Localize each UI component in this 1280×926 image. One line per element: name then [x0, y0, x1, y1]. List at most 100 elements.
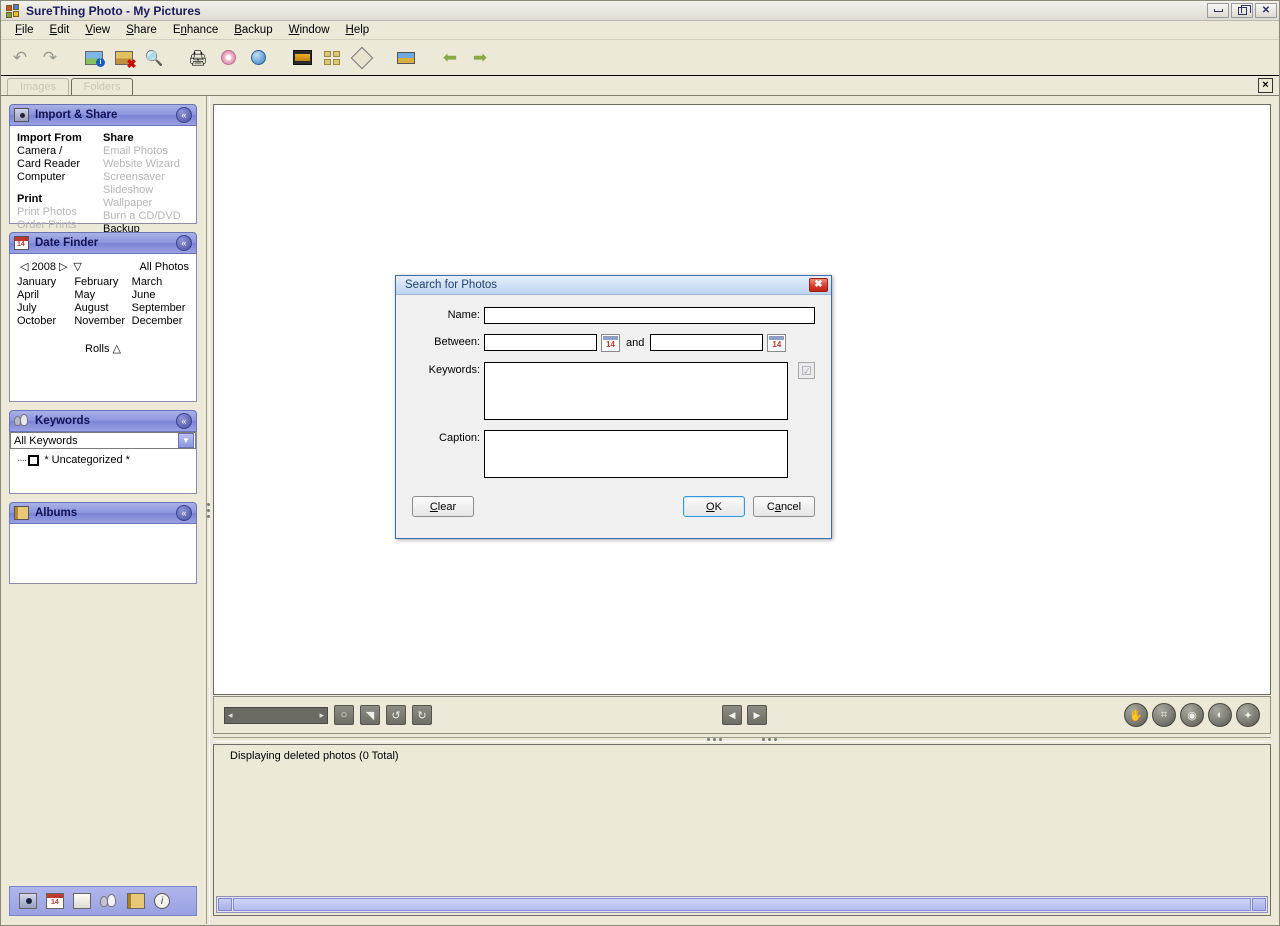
web-wizard-icon[interactable] — [243, 43, 273, 73]
slideshow-icon[interactable] — [287, 43, 317, 73]
search-photos-icon[interactable]: 🔍 — [139, 43, 169, 73]
checkbox-check-icon[interactable]: ☑ — [798, 362, 815, 379]
previous-photo-button[interactable]: ◀ — [722, 705, 742, 725]
scroll-left-button[interactable] — [218, 898, 232, 911]
zoom-slider[interactable]: ◂ ▸ — [224, 706, 328, 724]
crop-tool-icon[interactable]: ⌗ — [1152, 703, 1176, 727]
sidebar-splitter[interactable] — [203, 96, 213, 924]
forward-arrow-icon[interactable]: ➡ — [465, 43, 495, 73]
month-april[interactable]: April — [17, 289, 74, 302]
scroll-right-button[interactable] — [1252, 898, 1266, 911]
menu-backup[interactable]: Backup — [226, 22, 280, 38]
calendar-picker-icon-from[interactable] — [601, 334, 620, 352]
panel-import-share-header[interactable]: Import & Share « — [9, 104, 197, 126]
close-button[interactable]: ✕ — [1255, 3, 1277, 18]
share-item-burn-cd-dvd[interactable]: Burn a CD/DVD — [103, 210, 189, 223]
month-january[interactable]: January — [17, 276, 74, 289]
month-march[interactable]: March — [132, 276, 189, 289]
menu-enhance[interactable]: Enhance — [165, 22, 226, 38]
restore-button[interactable] — [1231, 3, 1253, 18]
month-september[interactable]: September — [132, 302, 189, 315]
magic-fix-icon[interactable]: ✦ — [1236, 703, 1260, 727]
share-item-slideshow[interactable]: Slideshow — [103, 184, 189, 197]
keyword-checkbox[interactable] — [28, 454, 40, 466]
share-item-email-photos[interactable]: Email Photos — [103, 145, 189, 158]
delete-photo-icon[interactable]: ✖ — [109, 43, 139, 73]
month-february[interactable]: February — [74, 276, 131, 289]
menu-window[interactable]: Window — [281, 22, 338, 38]
menu-share[interactable]: Share — [118, 22, 165, 38]
menu-help[interactable]: Help — [338, 22, 378, 38]
undo-icon[interactable]: ↶ — [5, 43, 35, 73]
crop-icon[interactable]: ◥ — [360, 705, 380, 725]
keyword-tree-item[interactable]: ···· * Uncategorized * — [17, 454, 189, 466]
photo-info-icon[interactable]: i — [79, 43, 109, 73]
folder-icon[interactable] — [73, 893, 91, 909]
rotate-left-icon[interactable]: ↺ — [386, 705, 406, 725]
ok-button[interactable]: OK — [683, 496, 745, 517]
month-november[interactable]: November — [74, 315, 131, 328]
card-view-icon[interactable] — [391, 43, 421, 73]
tab-folders[interactable]: Folders — [71, 78, 133, 95]
scrollbar-thumb[interactable] — [233, 898, 1251, 911]
chevron-collapse-icon[interactable]: « — [176, 505, 192, 521]
panel-keywords-header[interactable]: Keywords « — [9, 410, 197, 432]
burn-cd-icon[interactable] — [213, 43, 243, 73]
calendar-picker-icon-to[interactable] — [767, 334, 787, 352]
zoom-in-arrow-icon[interactable]: ▸ — [319, 710, 324, 721]
import-item-camera[interactable]: Camera / — [17, 145, 103, 158]
rolls-toggle[interactable]: Rolls △ — [17, 342, 189, 355]
zoom-out-arrow-icon[interactable]: ◂ — [228, 710, 233, 721]
import-item-computer[interactable]: Computer — [17, 171, 103, 184]
menu-edit[interactable]: Edit — [42, 22, 78, 38]
month-may[interactable]: May — [74, 289, 131, 302]
chevron-down-icon[interactable]: ▼ — [178, 433, 194, 448]
pan-hand-icon[interactable]: ✋ — [1124, 703, 1148, 727]
people-keywords-icon[interactable] — [100, 893, 118, 909]
redo-icon[interactable]: ↷ — [35, 43, 65, 73]
share-item-website-wizard[interactable]: Website Wizard — [103, 158, 189, 171]
month-october[interactable]: October — [17, 315, 74, 328]
dialog-close-button[interactable]: ✖ — [809, 278, 828, 292]
month-december[interactable]: December — [132, 315, 189, 328]
close-tab-button[interactable]: × — [1258, 78, 1273, 93]
cancel-button[interactable]: Ca ncel — [753, 496, 815, 517]
panel-date-finder-header[interactable]: Date Finder « — [9, 232, 197, 254]
rotate-fix-icon[interactable]: ○ — [334, 705, 354, 725]
print-icon[interactable]: 🖨 — [183, 43, 213, 73]
rotate-right-icon[interactable]: ↻ — [412, 705, 432, 725]
camera-icon[interactable] — [19, 893, 37, 909]
print-item-print-photos[interactable]: Print Photos — [17, 206, 103, 219]
minimize-button[interactable] — [1207, 3, 1229, 18]
clear-button[interactable]: Clear — [412, 496, 474, 517]
name-input[interactable] — [484, 307, 815, 324]
panel-albums-header[interactable]: Albums « — [9, 502, 197, 524]
fullscreen-icon[interactable] — [347, 43, 377, 73]
thumbnail-grid-icon[interactable] — [317, 43, 347, 73]
date-to-input[interactable] — [650, 334, 764, 351]
back-arrow-icon[interactable]: ⬅ — [435, 43, 465, 73]
year-dropdown-icon[interactable]: ▽ — [73, 260, 81, 273]
tab-images[interactable]: Images — [7, 78, 69, 95]
month-july[interactable]: July — [17, 302, 74, 315]
month-august[interactable]: August — [74, 302, 131, 315]
keywords-textarea[interactable] — [484, 362, 788, 420]
red-eye-icon[interactable]: ◉ — [1180, 703, 1204, 727]
menu-file[interactable]: File — [7, 22, 42, 38]
info-icon[interactable]: i — [154, 893, 170, 909]
chevron-collapse-icon[interactable]: « — [176, 413, 192, 429]
chevron-collapse-icon[interactable]: « — [176, 235, 192, 251]
menu-view[interactable]: View — [77, 22, 118, 38]
share-item-wallpaper[interactable]: Wallpaper — [103, 197, 189, 210]
color-adjust-icon[interactable]: ◐ — [1208, 703, 1232, 727]
import-item-card-reader[interactable]: Card Reader — [17, 158, 103, 171]
thumbnail-strip[interactable] — [214, 762, 1270, 896]
date-from-input[interactable] — [484, 334, 597, 351]
share-item-screensaver[interactable]: Screensaver — [103, 171, 189, 184]
keywords-select[interactable]: All Keywords ▼ — [10, 432, 196, 449]
horizontal-splitter[interactable] — [213, 734, 1271, 744]
horizontal-scrollbar[interactable] — [216, 896, 1268, 913]
month-june[interactable]: June — [132, 289, 189, 302]
print-item-order-prints[interactable]: Order Prints — [17, 219, 103, 232]
chevron-collapse-icon[interactable]: « — [176, 107, 192, 123]
